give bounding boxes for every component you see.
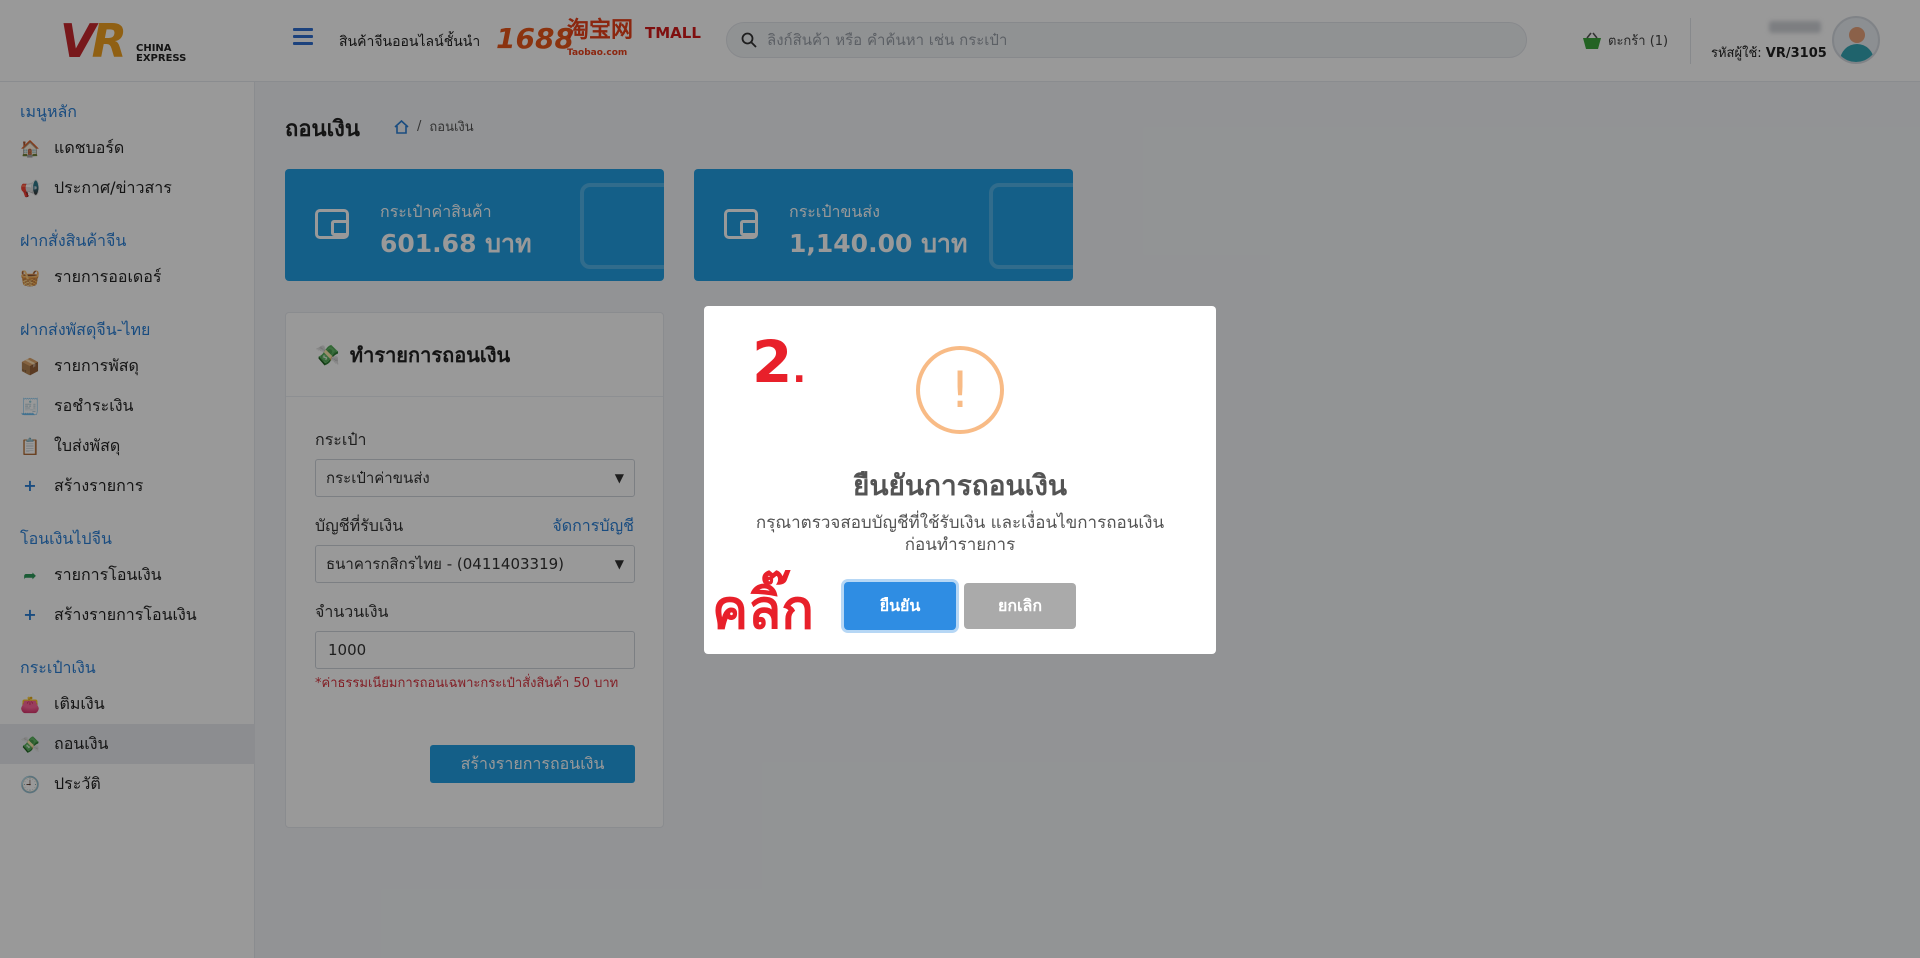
step-dot: . bbox=[792, 350, 807, 391]
step-number: 2 bbox=[752, 328, 793, 396]
cancel-button[interactable]: ยกเลิก bbox=[964, 583, 1076, 629]
confirm-button[interactable]: ยืนยัน bbox=[844, 582, 956, 630]
dialog-message: กรุณาตรวจสอบบัญชีที่ใช้รับเงิน และเงื่อน… bbox=[755, 513, 1165, 555]
click-annotation: คลิ๊ก bbox=[712, 578, 814, 641]
step-annotation: 2. bbox=[752, 328, 806, 396]
confirm-withdraw-dialog: 2. ! ยืนยันการถอนเงิน กรุณาตรวจสอบบัญชีท… bbox=[704, 306, 1216, 654]
warning-icon: ! bbox=[916, 346, 1004, 434]
dialog-title: ยืนยันการถอนเงิน bbox=[852, 469, 1068, 502]
